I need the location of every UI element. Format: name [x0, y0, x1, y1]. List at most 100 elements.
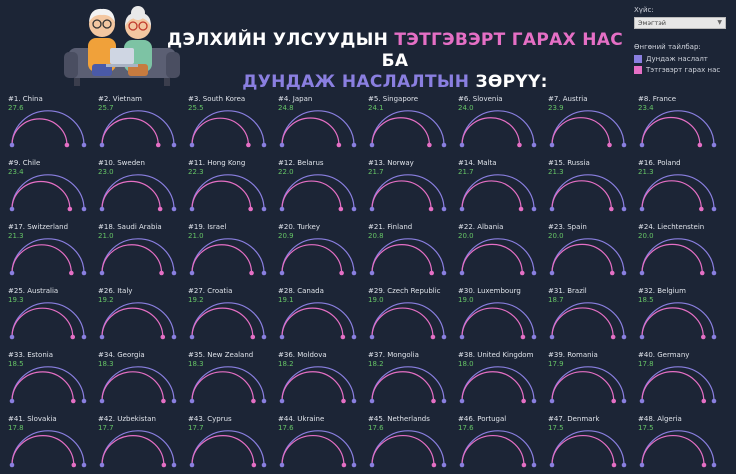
retirement-dot	[521, 398, 526, 404]
arc-chart	[99, 238, 177, 276]
retirement-dot	[697, 142, 703, 148]
life-expectancy-dot	[171, 142, 177, 148]
arc-chart	[189, 238, 267, 276]
retirement-dot	[341, 462, 347, 468]
title-part-purple: ДУНДАЖ НАСЛАЛТЫН	[242, 72, 470, 92]
retirement-dot	[521, 462, 527, 468]
arc-chart-cell: #37. Mongolia 18.2	[360, 346, 448, 410]
retirement-dot	[519, 270, 525, 276]
retirement-dot	[431, 462, 437, 468]
arc-chart-cell: #12. Belarus 22.0	[270, 154, 358, 218]
arc-chart	[369, 110, 447, 148]
retirement-dot	[246, 142, 251, 148]
life-expectancy-arc	[191, 302, 265, 338]
start-dot	[99, 206, 105, 212]
life-expectancy-arc	[281, 238, 355, 274]
life-expectancy-dot	[81, 462, 87, 468]
retirement-dot	[611, 398, 617, 404]
life-expectancy-dot	[351, 398, 357, 404]
retirement-age-arc	[191, 435, 255, 466]
arc-chart	[459, 366, 537, 404]
retirement-age-arc	[191, 244, 253, 274]
life-expectancy-dot	[441, 334, 447, 340]
life-expectancy-arc	[371, 238, 445, 274]
retirement-age-arc	[11, 435, 75, 466]
retirement-age-arc	[101, 371, 165, 402]
arc-chart	[639, 366, 717, 404]
arc-chart-cell: #33. Estonia 18.5	[0, 346, 88, 410]
arc-chart-cell: #42. Uzbekistan 17.7	[90, 410, 178, 474]
start-dot	[189, 270, 195, 276]
start-dot	[549, 270, 555, 276]
retirement-dot	[701, 334, 706, 340]
start-dot	[9, 334, 15, 340]
start-dot	[369, 462, 375, 468]
retirement-dot	[70, 334, 76, 340]
retirement-age-arc	[551, 117, 611, 146]
life-expectancy-dot	[351, 462, 357, 468]
life-expectancy-dot	[81, 334, 87, 340]
arc-chart	[9, 430, 87, 468]
arc-chart-cell: #44. Ukraine 17.6	[270, 410, 358, 474]
life-expectancy-arc	[641, 174, 715, 210]
retirement-dot	[251, 398, 256, 404]
gender-filter-label: Хүйс:	[634, 6, 654, 14]
arc-chart	[459, 238, 537, 276]
start-dot	[549, 334, 555, 340]
arc-chart	[369, 238, 447, 276]
retirement-dot	[517, 142, 522, 148]
retirement-dot	[609, 270, 615, 276]
gender-select[interactable]: Эмэгтэй ▼	[634, 17, 726, 29]
start-dot	[9, 398, 15, 404]
arc-chart-cell: #16. Poland 21.3	[630, 154, 718, 218]
life-expectancy-dot	[531, 142, 537, 148]
arc-chart	[99, 430, 177, 468]
retirement-dot	[701, 462, 707, 468]
retirement-age-arc	[641, 180, 702, 210]
arc-chart-cell: #43. Cyprus 17.7	[180, 410, 268, 474]
life-expectancy-dot	[711, 462, 717, 468]
retirement-dot	[336, 142, 342, 148]
arc-chart-cell: #6. Slovenia 24.0	[450, 90, 538, 154]
start-dot	[639, 206, 645, 212]
life-expectancy-arc	[551, 238, 625, 274]
start-dot	[279, 270, 285, 276]
life-expectancy-dot	[171, 462, 177, 468]
retirement-age-arc	[551, 435, 615, 466]
retirement-dot	[339, 270, 344, 276]
retirement-dot	[427, 142, 432, 148]
life-expectancy-dot	[441, 398, 447, 404]
retirement-age-arc	[461, 180, 522, 210]
life-expectancy-dot	[261, 398, 267, 404]
life-expectancy-arc	[11, 238, 85, 274]
arc-chart	[639, 238, 717, 276]
life-expectancy-dot	[621, 270, 627, 276]
arc-chart	[549, 302, 627, 340]
retirement-age-arc	[371, 244, 433, 274]
retirement-age-arc	[281, 371, 345, 402]
retirement-age-arc	[101, 180, 161, 210]
legend-title: Өнгөний тайлбар:	[634, 43, 701, 51]
start-dot	[639, 398, 645, 404]
arc-chart	[9, 366, 87, 404]
life-expectancy-arc	[191, 238, 265, 274]
life-expectancy-dot	[621, 206, 627, 212]
retirement-dot	[338, 206, 344, 212]
retirement-age-arc	[641, 435, 705, 466]
arc-chart	[369, 430, 447, 468]
retirement-age-arc	[461, 307, 524, 338]
arc-chart-cell: #27. Croatia 19.2	[180, 282, 268, 346]
arc-chart-cell: #22. Albania 20.0	[450, 218, 538, 282]
life-expectancy-dot	[531, 334, 537, 340]
arc-chart-cell: #1. China 27.6	[0, 90, 88, 154]
life-expectancy-dot	[81, 398, 87, 404]
start-dot	[99, 398, 105, 404]
arc-chart-cell: #21. Finland 20.8	[360, 218, 448, 282]
life-expectancy-dot	[261, 334, 267, 340]
retirement-dot	[71, 462, 77, 468]
life-expectancy-dot	[351, 206, 357, 212]
retirement-dot	[611, 462, 617, 468]
gender-select-value: Эмэгтэй	[638, 19, 667, 27]
retirement-dot	[250, 334, 256, 340]
arc-chart	[279, 174, 357, 212]
